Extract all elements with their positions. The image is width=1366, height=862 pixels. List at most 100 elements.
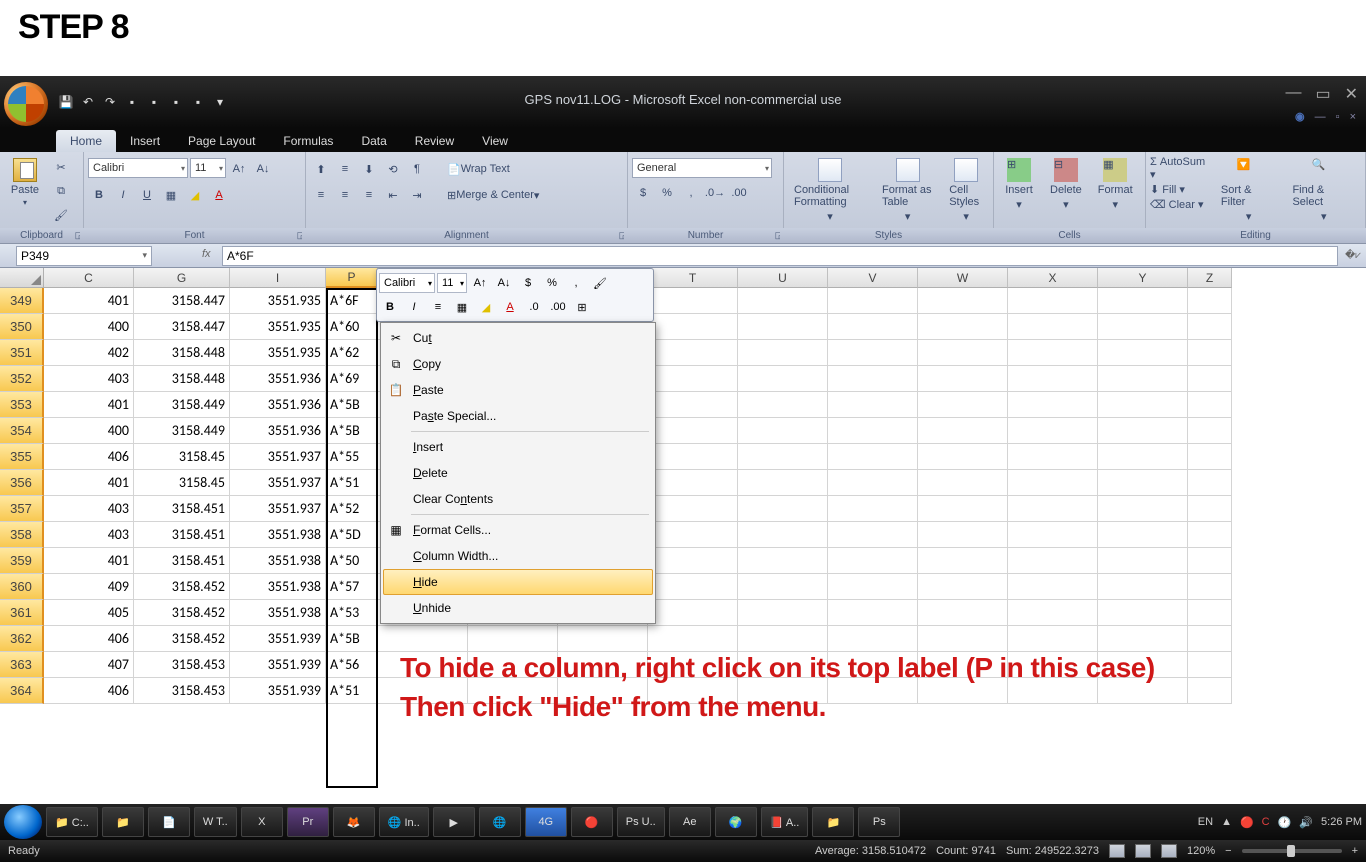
shrink-font-icon[interactable]: A↓ bbox=[252, 158, 274, 180]
mini-shrink-font-icon[interactable]: A↓ bbox=[493, 272, 515, 294]
cell[interactable]: 3158.452 bbox=[134, 574, 230, 600]
cell[interactable] bbox=[1188, 392, 1232, 418]
cell[interactable] bbox=[1098, 314, 1188, 340]
cell[interactable]: 3158.451 bbox=[134, 496, 230, 522]
cell[interactable]: 3158.45 bbox=[134, 470, 230, 496]
cell[interactable] bbox=[918, 418, 1008, 444]
close-icon[interactable]: ✕ bbox=[1345, 84, 1358, 104]
cell[interactable] bbox=[1008, 340, 1098, 366]
italic-icon[interactable]: I bbox=[112, 184, 134, 206]
cell[interactable] bbox=[828, 340, 918, 366]
increase-indent-icon[interactable]: ⇥ bbox=[406, 184, 428, 206]
cell[interactable] bbox=[648, 314, 738, 340]
cell[interactable] bbox=[828, 470, 918, 496]
align-right-icon[interactable]: ≡ bbox=[358, 184, 380, 206]
mini-currency-icon[interactable]: $ bbox=[517, 272, 539, 294]
taskbar-item[interactable]: 🔴 bbox=[571, 807, 613, 837]
tab-view[interactable]: View bbox=[468, 130, 522, 152]
cell[interactable] bbox=[738, 340, 828, 366]
cell[interactable] bbox=[918, 366, 1008, 392]
mini-format-painter-icon[interactable]: 🖌 bbox=[589, 272, 611, 294]
row-header[interactable]: 352 bbox=[0, 366, 44, 392]
cell[interactable] bbox=[1188, 418, 1232, 444]
tab-formulas[interactable]: Formulas bbox=[269, 130, 347, 152]
tray-icon[interactable]: 🔴 bbox=[1240, 816, 1254, 829]
number-format-combo[interactable]: General bbox=[632, 158, 772, 178]
mini-bold-icon[interactable]: B bbox=[379, 296, 401, 318]
menu-item-paste[interactable]: 📋Paste bbox=[383, 377, 653, 403]
format-as-table-button[interactable]: Format as Table ▾ bbox=[876, 154, 939, 227]
cell[interactable] bbox=[738, 444, 828, 470]
cell[interactable] bbox=[1008, 418, 1098, 444]
cell[interactable]: 3158.453 bbox=[134, 652, 230, 678]
cell[interactable] bbox=[1098, 496, 1188, 522]
cell[interactable]: A*52 bbox=[326, 496, 378, 522]
align-top-icon[interactable]: ⬆ bbox=[310, 158, 332, 180]
cell[interactable] bbox=[648, 574, 738, 600]
align-center-icon[interactable]: ≡ bbox=[334, 184, 356, 206]
mini-merge-icon[interactable]: ⊞ bbox=[571, 296, 593, 318]
cell[interactable] bbox=[1188, 522, 1232, 548]
font-name-combo[interactable]: Calibri bbox=[88, 158, 188, 178]
column-header-C[interactable]: C bbox=[44, 268, 134, 288]
format-painter-icon[interactable]: 🖌 bbox=[50, 204, 72, 226]
cell[interactable] bbox=[648, 444, 738, 470]
ribbon-close-icon[interactable]: × bbox=[1350, 111, 1356, 123]
cell[interactable]: A*55 bbox=[326, 444, 378, 470]
percent-icon[interactable]: % bbox=[656, 182, 678, 204]
cell[interactable] bbox=[1008, 444, 1098, 470]
zoom-level[interactable]: 120% bbox=[1187, 845, 1215, 857]
mini-grow-font-icon[interactable]: A↑ bbox=[469, 272, 491, 294]
cell[interactable]: 3158.453 bbox=[134, 678, 230, 704]
cell[interactable]: 407 bbox=[44, 652, 134, 678]
format-cells-button[interactable]: ▦Format▾ bbox=[1092, 154, 1139, 215]
menu-item-copy[interactable]: ⧉Copy bbox=[383, 351, 653, 377]
cell[interactable] bbox=[648, 522, 738, 548]
formula-input[interactable]: A*6F bbox=[222, 246, 1338, 266]
cell[interactable]: 401 bbox=[44, 548, 134, 574]
cell[interactable]: 403 bbox=[44, 366, 134, 392]
menu-item-clear-contents[interactable]: Clear Contents bbox=[383, 486, 653, 512]
align-left-icon[interactable]: ≡ bbox=[310, 184, 332, 206]
cell[interactable]: 401 bbox=[44, 470, 134, 496]
expand-formula-icon[interactable]: �⩗ bbox=[1344, 247, 1362, 265]
taskbar-item[interactable]: X bbox=[241, 807, 283, 837]
cell[interactable] bbox=[918, 392, 1008, 418]
cell[interactable]: 3158.45 bbox=[134, 444, 230, 470]
row-header[interactable]: 362 bbox=[0, 626, 44, 652]
cell[interactable] bbox=[918, 314, 1008, 340]
text-direction-icon[interactable]: ¶ bbox=[406, 158, 428, 180]
taskbar-item[interactable]: 🌍 bbox=[715, 807, 757, 837]
cell[interactable] bbox=[1188, 548, 1232, 574]
cell[interactable]: 3551.937 bbox=[230, 470, 326, 496]
cell[interactable]: A*5B bbox=[326, 626, 378, 652]
cell[interactable] bbox=[738, 600, 828, 626]
qat-icon[interactable]: ▪ bbox=[146, 94, 162, 110]
cell[interactable]: 3158.451 bbox=[134, 522, 230, 548]
taskbar-item[interactable]: Ae bbox=[669, 807, 711, 837]
comma-icon[interactable]: , bbox=[680, 182, 702, 204]
font-size-combo[interactable]: 11 bbox=[190, 158, 226, 178]
fill-button[interactable]: ⬇ Fill ▾ bbox=[1150, 183, 1211, 196]
tray-icon[interactable]: C bbox=[1262, 816, 1270, 828]
row-header[interactable]: 349 bbox=[0, 288, 44, 314]
row-header[interactable]: 358 bbox=[0, 522, 44, 548]
save-icon[interactable]: 💾 bbox=[58, 94, 74, 110]
cell[interactable]: 3551.935 bbox=[230, 288, 326, 314]
tray-clock[interactable]: 5:26 PM bbox=[1321, 816, 1362, 828]
cell[interactable] bbox=[1188, 340, 1232, 366]
cell[interactable]: 401 bbox=[44, 288, 134, 314]
wrap-text-button[interactable]: 📄 Wrap Text bbox=[440, 158, 517, 180]
bold-icon[interactable]: B bbox=[88, 184, 110, 206]
cell[interactable] bbox=[738, 366, 828, 392]
conditional-formatting-button[interactable]: Conditional Formatting ▾ bbox=[788, 154, 872, 227]
menu-item-hide[interactable]: Hide bbox=[383, 569, 653, 595]
cell[interactable] bbox=[648, 496, 738, 522]
align-bottom-icon[interactable]: ⬇ bbox=[358, 158, 380, 180]
mini-fill-color-icon[interactable]: ◢ bbox=[475, 296, 497, 318]
cell[interactable]: A*53 bbox=[326, 600, 378, 626]
minimize-icon[interactable]: — bbox=[1285, 84, 1301, 104]
cell[interactable] bbox=[1008, 574, 1098, 600]
tray-icon[interactable]: 🔊 bbox=[1299, 816, 1313, 829]
name-box[interactable]: P349 bbox=[16, 246, 152, 266]
